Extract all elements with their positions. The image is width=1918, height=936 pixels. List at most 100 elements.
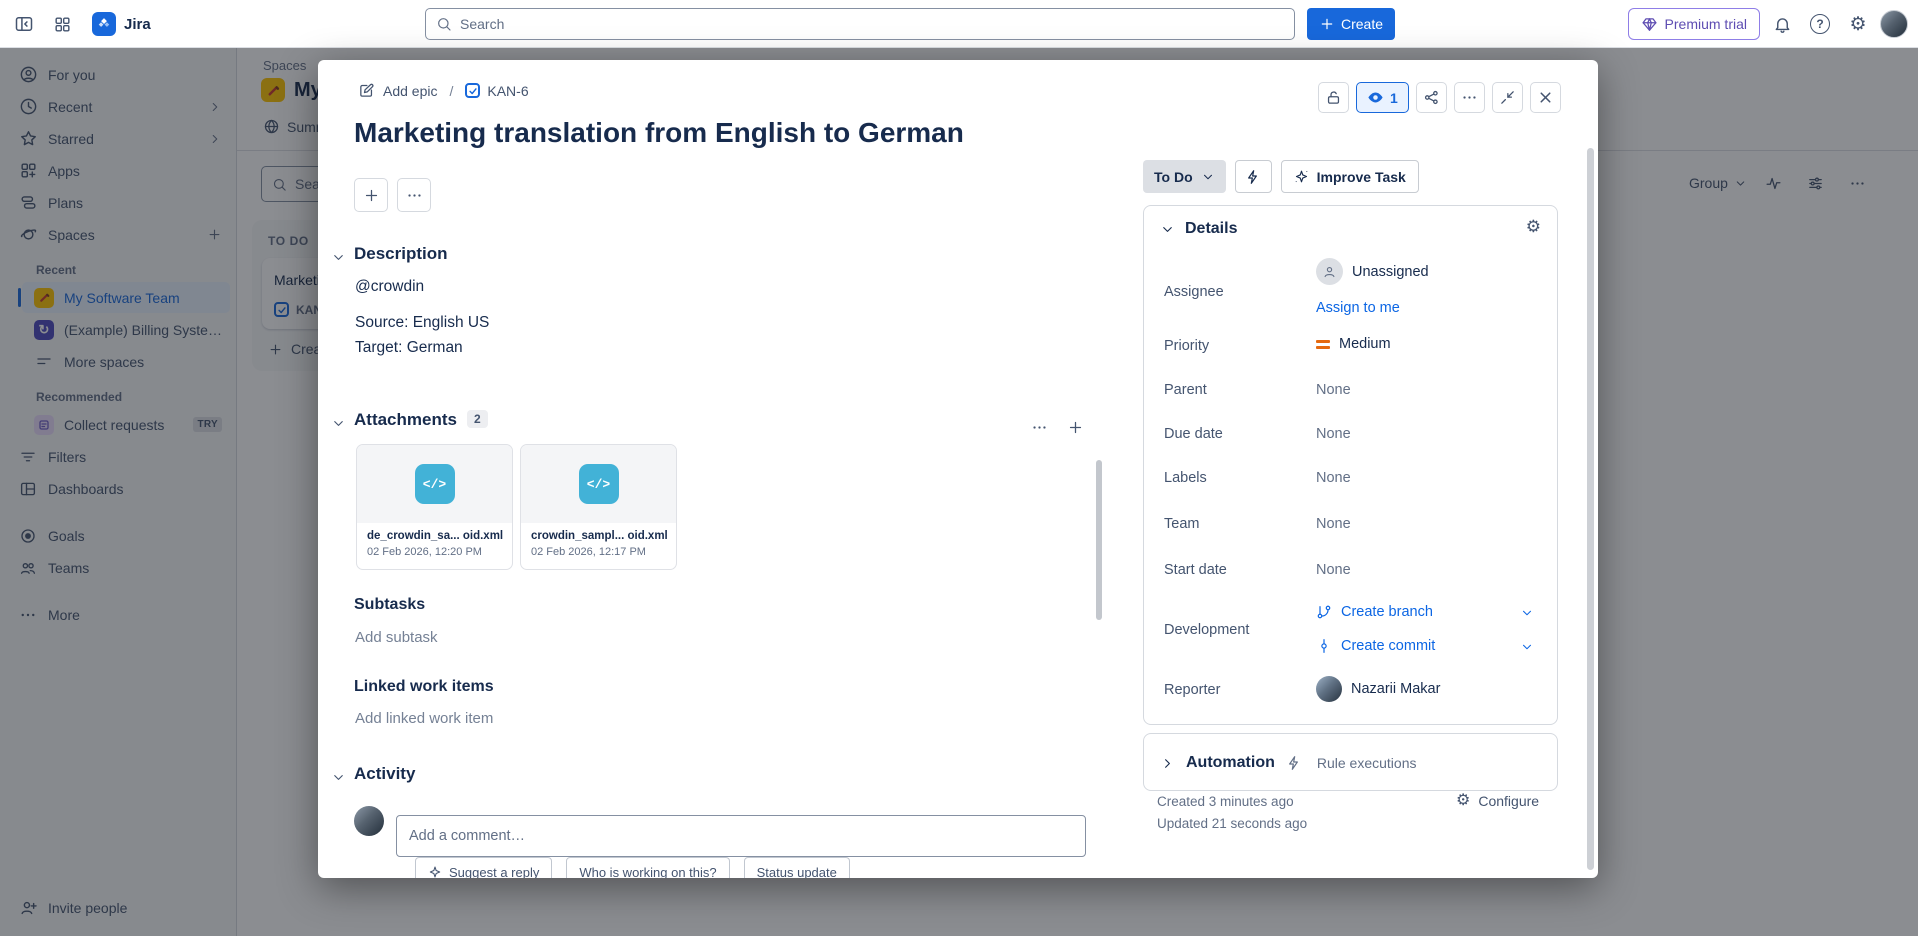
- attachment-card[interactable]: </> de_crowdin_sa... oid.xml 02 Feb 2026…: [356, 444, 513, 570]
- reporter-avatar: [1316, 676, 1342, 702]
- chip-label: Suggest a reply: [449, 865, 539, 879]
- work-item-key-label: KAN-6: [487, 83, 528, 99]
- help-icon[interactable]: ?: [1804, 8, 1836, 40]
- collapse-activity-icon[interactable]: [331, 770, 346, 785]
- search-input[interactable]: [460, 16, 1284, 32]
- collapse-sidebar-icon[interactable]: [8, 8, 40, 40]
- branch-icon: [1316, 604, 1332, 620]
- branch-options-chevron-icon[interactable]: [1520, 606, 1534, 620]
- premium-trial-button[interactable]: Premium trial: [1628, 8, 1760, 40]
- due-date-label: Due date: [1164, 426, 1223, 442]
- team-label: Team: [1164, 516, 1199, 532]
- top-navigation-bar: Jira Create Premium trial ? ⚙: [0, 0, 1918, 48]
- comment-box[interactable]: [396, 815, 1086, 857]
- details-panel: Details ⚙ Assignee Unassigned Assign to …: [1143, 205, 1558, 725]
- start-date-label: Start date: [1164, 562, 1227, 578]
- collapse-details-icon[interactable]: [1160, 222, 1175, 237]
- jira-logo-icon: [92, 12, 116, 36]
- search-icon: [436, 16, 452, 32]
- lightning-icon: [1286, 755, 1302, 771]
- attachments-add-icon[interactable]: [1060, 412, 1090, 442]
- xml-file-icon: </>: [415, 464, 455, 504]
- premium-trial-label: Premium trial: [1665, 16, 1747, 32]
- improve-task-button[interactable]: Improve Task: [1281, 160, 1419, 193]
- create-branch-link[interactable]: Create branch: [1316, 604, 1433, 620]
- global-search[interactable]: [425, 8, 1295, 40]
- priority-label: Priority: [1164, 338, 1209, 354]
- add-content-button[interactable]: [354, 178, 388, 212]
- content-scrollbar[interactable]: [1096, 460, 1102, 620]
- attachment-date: 02 Feb 2026, 12:17 PM: [531, 546, 666, 558]
- assignee-label: Assignee: [1164, 284, 1224, 300]
- attachment-filename: de_crowdin_sa... oid.xml: [367, 530, 502, 542]
- app-switcher-icon[interactable]: [46, 8, 78, 40]
- team-value[interactable]: None: [1316, 516, 1351, 532]
- description-mention[interactable]: @crowdin: [355, 278, 424, 296]
- status-dropdown[interactable]: To Do: [1143, 160, 1226, 193]
- labels-label: Labels: [1164, 470, 1207, 486]
- parent-label: Parent: [1164, 382, 1207, 398]
- ai-star-icon: [1294, 169, 1309, 184]
- add-epic-button[interactable]: Add epic: [358, 82, 437, 99]
- notifications-bell-icon[interactable]: [1766, 8, 1798, 40]
- parent-value[interactable]: None: [1316, 382, 1351, 398]
- status-label: To Do: [1154, 169, 1193, 185]
- development-label: Development: [1164, 622, 1249, 638]
- configure-button[interactable]: ⚙ Configure: [1456, 793, 1539, 809]
- add-epic-label: Add epic: [383, 83, 437, 99]
- automation-heading: Automation: [1186, 754, 1275, 772]
- create-commit-link[interactable]: Create commit: [1316, 638, 1435, 654]
- reporter-label: Reporter: [1164, 682, 1220, 698]
- expand-automation-icon[interactable]: [1160, 756, 1175, 771]
- labels-value[interactable]: None: [1316, 470, 1351, 486]
- chip-label: Status update: [757, 865, 837, 879]
- commit-options-chevron-icon[interactable]: [1520, 640, 1534, 654]
- attachment-date: 02 Feb 2026, 12:20 PM: [367, 546, 502, 558]
- task-type-icon: [465, 83, 480, 98]
- user-avatar[interactable]: [1880, 10, 1908, 38]
- description-target: Target: German: [355, 339, 463, 357]
- description-source: Source: English US: [355, 314, 489, 332]
- configure-label: Configure: [1478, 793, 1539, 809]
- status-update-chip[interactable]: Status update: [744, 857, 850, 878]
- add-subtask-field[interactable]: Add subtask: [355, 629, 438, 646]
- work-item-key[interactable]: KAN-6: [465, 83, 528, 99]
- settings-gear-icon[interactable]: ⚙: [1842, 8, 1874, 40]
- collapse-attachments-icon[interactable]: [331, 416, 346, 431]
- due-date-value[interactable]: None: [1316, 426, 1351, 442]
- automation-lightning-button[interactable]: [1235, 160, 1272, 193]
- unassigned-avatar-icon: [1316, 258, 1343, 285]
- create-button-label: Create: [1341, 16, 1383, 32]
- chip-label: Who is working on this?: [579, 865, 716, 879]
- edit-icon: [358, 82, 375, 99]
- subtasks-heading: Subtasks: [354, 596, 425, 614]
- xml-file-icon: </>: [579, 464, 619, 504]
- priority-value[interactable]: Medium: [1316, 336, 1391, 352]
- ai-sparkle-icon: [428, 865, 442, 878]
- gem-icon: [1641, 16, 1658, 33]
- suggest-reply-chip[interactable]: Suggest a reply: [415, 857, 552, 878]
- comment-input[interactable]: [409, 828, 1073, 844]
- improve-task-label: Improve Task: [1317, 169, 1406, 185]
- reporter-value[interactable]: Nazarii Makar: [1316, 676, 1440, 702]
- add-linked-work-item-field[interactable]: Add linked work item: [355, 710, 493, 727]
- attachment-filename: crowdin_sampl... oid.xml: [531, 530, 666, 542]
- jira-logo[interactable]: Jira: [92, 12, 151, 36]
- details-heading: Details: [1185, 220, 1237, 238]
- work-item-side-panel: To Do Improve Task Details ⚙ Assignee Un…: [1143, 60, 1558, 878]
- more-toolbar-icon[interactable]: [397, 178, 431, 212]
- who-is-working-chip[interactable]: Who is working on this?: [566, 857, 729, 878]
- collapse-description-icon[interactable]: [331, 250, 346, 265]
- modal-scrollbar[interactable]: [1587, 148, 1594, 870]
- attachment-card[interactable]: </> crowdin_sampl... oid.xml 02 Feb 2026…: [520, 444, 677, 570]
- start-date-value[interactable]: None: [1316, 562, 1351, 578]
- attachments-more-icon[interactable]: [1024, 412, 1054, 442]
- assign-to-me-link[interactable]: Assign to me: [1316, 300, 1400, 316]
- attachments-heading: Attachments2: [354, 410, 488, 430]
- create-button[interactable]: Create: [1307, 8, 1395, 40]
- rule-executions-link[interactable]: Rule executions: [1317, 755, 1417, 771]
- assignee-value[interactable]: Unassigned: [1316, 258, 1429, 285]
- work-item-title[interactable]: Marketing translation from English to Ge…: [354, 116, 1114, 150]
- details-settings-icon[interactable]: ⚙: [1526, 218, 1541, 235]
- breadcrumb-separator: /: [449, 83, 453, 99]
